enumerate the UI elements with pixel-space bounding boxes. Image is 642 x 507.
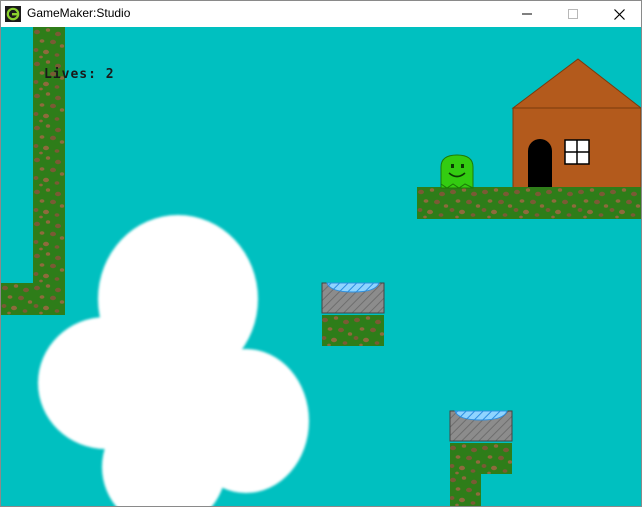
grass-platform-right (417, 187, 641, 219)
close-icon (613, 8, 625, 20)
game-viewport[interactable]: Lives: 2 (1, 27, 641, 506)
maximize-icon (568, 9, 578, 19)
game-scene (1, 27, 641, 506)
gamemaker-icon (5, 6, 21, 22)
title-bar[interactable]: GameMaker:Studio (1, 1, 641, 27)
grass-ledge (1, 283, 65, 315)
house-window (564, 139, 590, 165)
lives-label: Lives: (44, 67, 97, 82)
lives-value: 2 (105, 67, 115, 82)
grass-block-lower (450, 443, 512, 474)
close-button[interactable] (596, 1, 641, 27)
grass-column-lower (450, 474, 481, 506)
slime-player-icon (440, 154, 474, 189)
grass-block-middle (322, 315, 384, 346)
lives-counter: Lives: 2 (44, 67, 115, 82)
spring-pad-icon (449, 410, 513, 442)
minimize-icon (522, 13, 532, 15)
minimize-button[interactable] (504, 1, 550, 27)
window-title: GameMaker:Studio (27, 6, 131, 20)
maximize-button[interactable] (550, 1, 596, 27)
game-window: GameMaker:Studio Lives: 2 (0, 0, 642, 507)
house-door[interactable] (528, 139, 552, 188)
spring-pad-icon (321, 282, 385, 314)
